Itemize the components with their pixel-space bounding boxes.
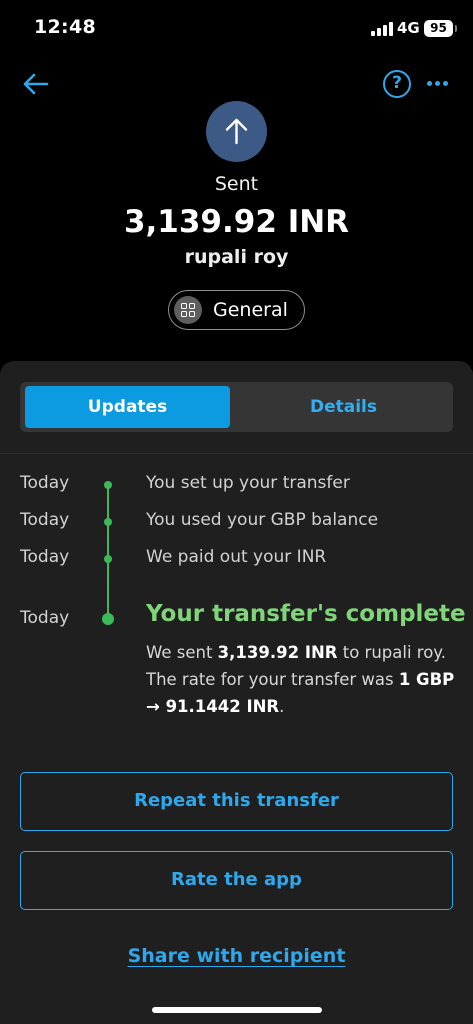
sent-status-avatar [206, 101, 267, 162]
timeline-dot [104, 518, 112, 526]
more-options-button[interactable] [424, 74, 450, 94]
status-time: 12:48 [34, 16, 96, 38]
timeline-dot [102, 613, 114, 625]
tab-updates[interactable]: Updates [25, 386, 230, 428]
home-indicator [152, 1007, 322, 1013]
share-with-recipient-link[interactable]: Share with recipient [0, 945, 473, 967]
transfer-complete-title: Your transfer's complete [146, 601, 466, 627]
timeline-day: Today [20, 547, 70, 567]
timeline-day: Today [20, 608, 70, 628]
transfer-amount: 3,139.92 INR [123, 204, 350, 240]
network-label: 4G [397, 19, 420, 37]
arrow-left-icon [23, 73, 49, 95]
timeline-event: We paid out your INR [146, 547, 327, 567]
help-button[interactable]: ? [383, 70, 411, 98]
divider [0, 453, 473, 454]
timeline-event: You used your GBP balance [146, 510, 379, 530]
detail-amount: 3,139.92 INR [217, 643, 338, 662]
timeline-line [107, 484, 109, 619]
timeline-day: Today [20, 473, 70, 493]
detail-text: . [279, 697, 285, 716]
transfer-status: Sent [214, 173, 259, 195]
transfer-complete-detail: We sent 3,139.92 INR to rupali roy. The … [146, 639, 456, 720]
back-button[interactable] [20, 68, 52, 100]
tab-bar: Updates Details [20, 382, 453, 432]
timeline-dot [104, 481, 112, 489]
category-label: General [213, 299, 288, 321]
transfer-panel: Updates Details Today You set up your tr… [0, 361, 473, 1024]
arrow-up-icon [225, 118, 248, 145]
timeline-day: Today [20, 510, 70, 530]
rate-app-button[interactable]: Rate the app [20, 851, 453, 910]
recipient-name: rupali roy [184, 246, 289, 268]
timeline-dot [104, 555, 112, 563]
timeline-event: You set up your transfer [146, 473, 350, 493]
detail-text: We sent [146, 643, 218, 662]
tab-details[interactable]: Details [239, 386, 448, 428]
signal-icon [371, 22, 393, 36]
grid-icon [174, 296, 202, 324]
category-button[interactable]: General [168, 290, 305, 330]
repeat-transfer-button[interactable]: Repeat this transfer [20, 772, 453, 831]
status-bar: 12:48 4G 95 [0, 0, 473, 56]
battery-icon: 95 [424, 20, 457, 37]
